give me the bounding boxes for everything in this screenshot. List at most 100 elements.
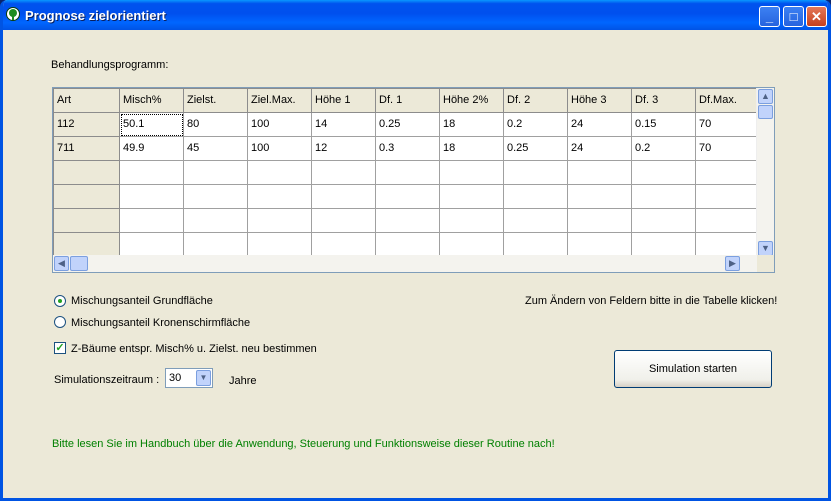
z-baeume-checkbox[interactable]: ✓ <box>54 342 66 354</box>
table-cell[interactable]: 80 <box>183 112 248 137</box>
table-cell[interactable] <box>567 184 632 209</box>
table-cell[interactable] <box>311 232 376 257</box>
table-cell[interactable]: 70 <box>695 136 760 161</box>
table-cell[interactable] <box>631 208 696 233</box>
table-cell[interactable]: 50.1 <box>119 112 184 137</box>
close-button[interactable]: ✕ <box>806 6 827 27</box>
table-cell[interactable] <box>311 208 376 233</box>
table-cell[interactable] <box>695 160 760 185</box>
simulation-period-label: Simulationszeitraum : <box>54 374 160 386</box>
table-cell[interactable] <box>247 160 312 185</box>
maximize-button[interactable]: □ <box>783 6 804 27</box>
start-simulation-button[interactable]: Simulation starten <box>614 350 772 388</box>
table-cell[interactable]: 0.25 <box>375 112 440 137</box>
table-cell[interactable] <box>375 160 440 185</box>
scroll-right-icon[interactable]: ▶ <box>725 256 740 271</box>
table-cell[interactable] <box>247 232 312 257</box>
table-cell[interactable]: 100 <box>247 112 312 137</box>
table-cell[interactable]: 0.2 <box>631 136 696 161</box>
table-cell[interactable] <box>631 160 696 185</box>
row-header[interactable]: 711 <box>53 136 120 161</box>
table-cell[interactable]: 0.25 <box>503 136 568 161</box>
table-cell[interactable] <box>311 160 376 185</box>
chevron-down-icon[interactable]: ▼ <box>196 370 211 386</box>
minimize-button[interactable]: _ <box>759 6 780 27</box>
table-cell[interactable] <box>567 160 632 185</box>
horizontal-scroll-thumb[interactable] <box>70 256 88 271</box>
table-cell[interactable] <box>503 232 568 257</box>
table-cell[interactable] <box>567 208 632 233</box>
table-cell[interactable] <box>439 208 504 233</box>
column-header[interactable]: Zielst. <box>183 88 248 113</box>
table-cell[interactable] <box>503 160 568 185</box>
treatment-program-grid[interactable]: Art Misch% Zielst. Ziel.Max. Höhe 1 Df. 1 Höhe… <box>52 87 775 273</box>
radio-grundflaeche-label[interactable]: Mischungsanteil Grundfläche <box>71 295 213 307</box>
table-cell[interactable] <box>439 232 504 257</box>
table-cell[interactable] <box>183 208 248 233</box>
title-bar[interactable]: Prognose zielorientiert _ □ ✕ <box>3 0 828 30</box>
table-cell[interactable] <box>631 184 696 209</box>
vertical-scroll-thumb[interactable] <box>758 105 773 119</box>
table-cell[interactable] <box>119 184 184 209</box>
column-header[interactable]: Df. 2 <box>503 88 568 113</box>
table-cell[interactable]: 0.3 <box>375 136 440 161</box>
radio-kronenschirm-label[interactable]: Mischungsanteil Kronenschirmfläche <box>71 317 250 329</box>
table-cell[interactable] <box>439 160 504 185</box>
table-cell[interactable]: 49.9 <box>119 136 184 161</box>
scroll-left-icon[interactable]: ◀ <box>54 256 69 271</box>
vertical-scrollbar[interactable]: ▲ ▼ <box>756 88 774 257</box>
table-cell[interactable] <box>631 232 696 257</box>
column-header[interactable]: Art <box>53 88 120 113</box>
table-cell[interactable] <box>119 208 184 233</box>
table-cell[interactable]: 12 <box>311 136 376 161</box>
simulation-period-select[interactable]: 30 ▼ <box>165 368 213 388</box>
scroll-up-icon[interactable]: ▲ <box>758 89 773 104</box>
table-cell[interactable] <box>695 232 760 257</box>
table-cell[interactable]: 70 <box>695 112 760 137</box>
table-cell[interactable] <box>695 208 760 233</box>
table-cell[interactable] <box>503 208 568 233</box>
table-cell[interactable]: 0.15 <box>631 112 696 137</box>
table-cell[interactable] <box>439 184 504 209</box>
radio-kronenschirm[interactable] <box>54 316 66 328</box>
radio-grundflaeche[interactable] <box>54 295 66 307</box>
table-cell[interactable] <box>247 208 312 233</box>
table-cell[interactable] <box>183 232 248 257</box>
row-header[interactable] <box>53 232 120 257</box>
table-cell[interactable] <box>503 184 568 209</box>
table-cell[interactable] <box>183 160 248 185</box>
column-header[interactable]: Ziel.Max. <box>247 88 312 113</box>
table-cell[interactable] <box>247 184 312 209</box>
column-header[interactable]: Misch% <box>119 88 184 113</box>
row-header[interactable] <box>53 184 120 209</box>
scroll-down-icon[interactable]: ▼ <box>758 241 773 256</box>
table-cell[interactable] <box>311 184 376 209</box>
table-cell[interactable] <box>695 184 760 209</box>
row-header[interactable]: 112 <box>53 112 120 137</box>
table-cell[interactable]: 18 <box>439 112 504 137</box>
z-baeume-checkbox-label[interactable]: Z-Bäume entspr. Misch% u. Zielst. neu be… <box>71 343 317 355</box>
table-cell[interactable]: 14 <box>311 112 376 137</box>
table-cell[interactable]: 0.2 <box>503 112 568 137</box>
table-cell[interactable]: 24 <box>567 112 632 137</box>
table-cell[interactable] <box>567 232 632 257</box>
row-header[interactable] <box>53 208 120 233</box>
table-cell[interactable] <box>375 184 440 209</box>
table-cell[interactable] <box>375 208 440 233</box>
table-cell[interactable]: 100 <box>247 136 312 161</box>
column-header[interactable]: Df.Max. <box>695 88 760 113</box>
column-header[interactable]: Höhe 2% <box>439 88 504 113</box>
table-cell[interactable] <box>183 184 248 209</box>
table-cell[interactable] <box>119 232 184 257</box>
column-header[interactable]: Df. 3 <box>631 88 696 113</box>
table-cell[interactable] <box>375 232 440 257</box>
column-header[interactable]: Höhe 1 <box>311 88 376 113</box>
table-cell[interactable]: 24 <box>567 136 632 161</box>
row-header[interactable] <box>53 160 120 185</box>
table-cell[interactable]: 45 <box>183 136 248 161</box>
column-header[interactable]: Höhe 3 <box>567 88 632 113</box>
column-header[interactable]: Df. 1 <box>375 88 440 113</box>
table-cell[interactable] <box>119 160 184 185</box>
horizontal-scrollbar[interactable]: ◀ ▶ <box>53 255 757 272</box>
table-cell[interactable]: 18 <box>439 136 504 161</box>
